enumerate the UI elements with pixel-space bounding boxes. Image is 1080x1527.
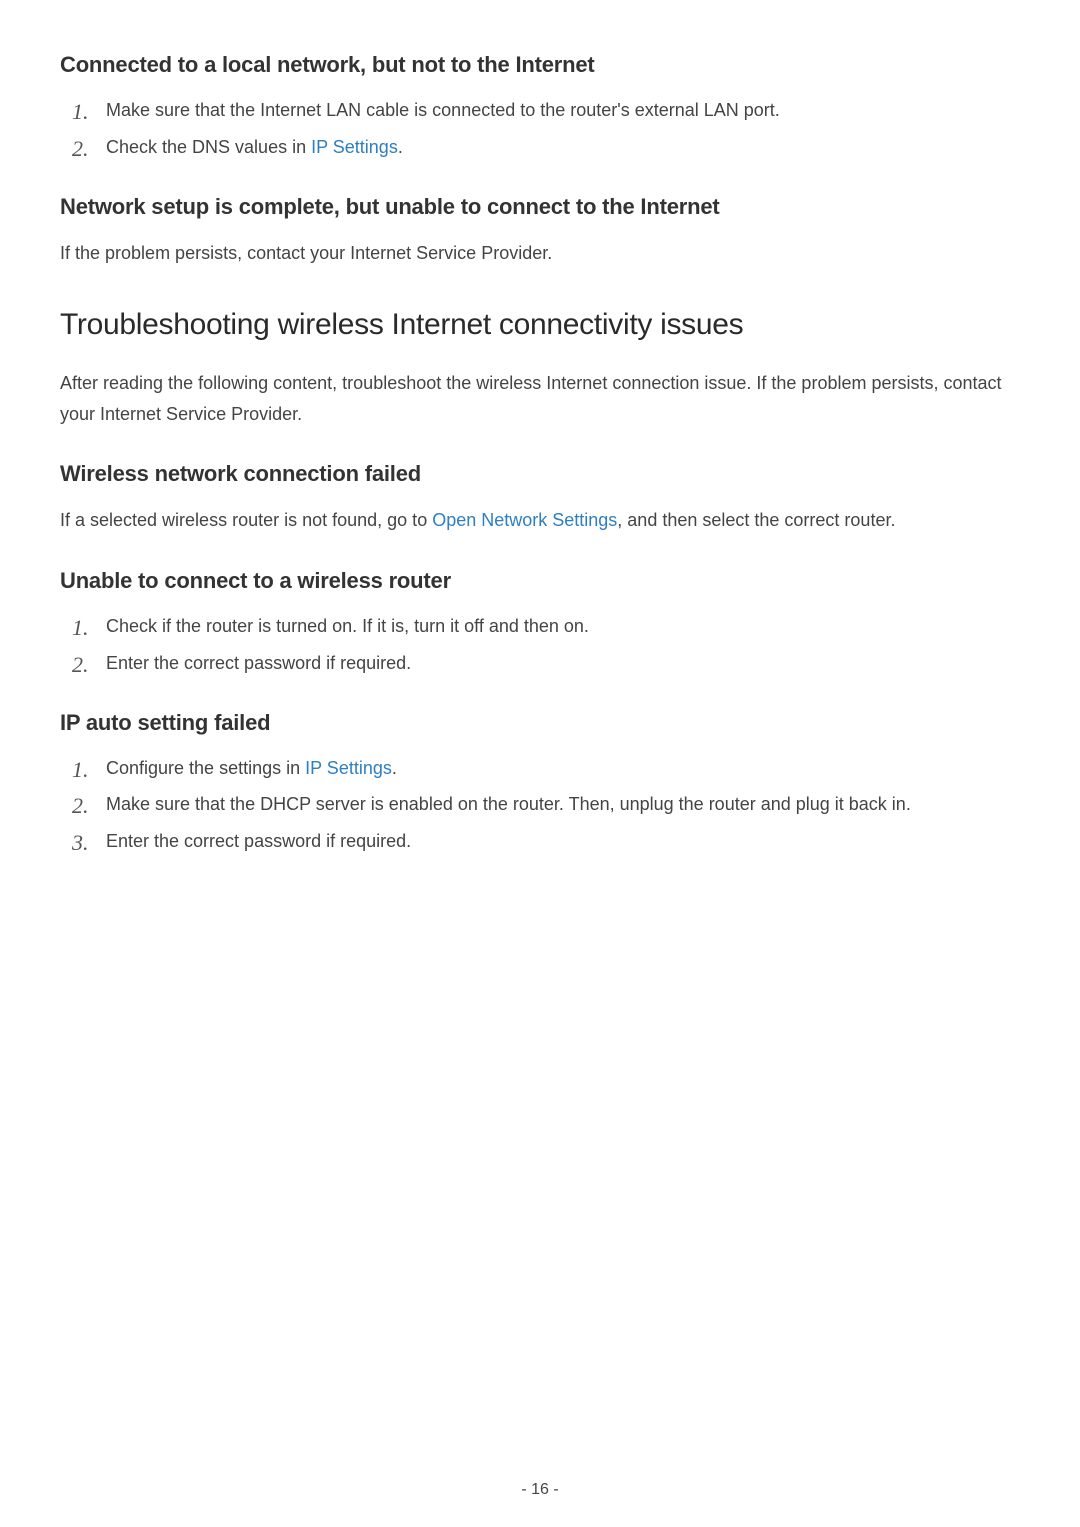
page-number: - 16 - (0, 1481, 1080, 1499)
list-text: Check if the router is turned on. If it … (106, 616, 589, 636)
list-number: 2. (72, 647, 89, 682)
list-text: Make sure that the Internet LAN cable is… (106, 100, 780, 120)
list-text: Make sure that the DHCP server is enable… (106, 794, 911, 814)
list-item: 1. Configure the settings in IP Settings… (72, 754, 1020, 783)
heading-network-setup-complete: Network setup is complete, but unable to… (60, 194, 1020, 220)
list-item: 3. Enter the correct password if require… (72, 827, 1020, 856)
body-network-setup-complete: If the problem persists, contact your In… (60, 238, 1020, 269)
list-number: 1. (72, 94, 89, 129)
list-text: Enter the correct password if required. (106, 653, 411, 673)
list-text-prefix: Configure the settings in (106, 758, 305, 778)
heading-troubleshooting-wireless: Troubleshooting wireless Internet connec… (60, 308, 1020, 342)
list-unable-connect-router: 1. Check if the router is turned on. If … (72, 612, 1020, 678)
heading-unable-connect-router: Unable to connect to a wireless router (60, 568, 1020, 594)
list-number: 1. (72, 752, 89, 787)
heading-ip-auto-setting-failed: IP auto setting failed (60, 710, 1020, 736)
heading-wireless-connection-failed: Wireless network connection failed (60, 461, 1020, 487)
heading-connected-local-network: Connected to a local network, but not to… (60, 52, 1020, 78)
list-ip-auto-setting-failed: 1. Configure the settings in IP Settings… (72, 754, 1020, 856)
list-item: 2. Check the DNS values in IP Settings. (72, 133, 1020, 162)
text-prefix: If a selected wireless router is not fou… (60, 510, 432, 530)
list-item: 1. Check if the router is turned on. If … (72, 612, 1020, 641)
list-text-suffix: . (392, 758, 397, 778)
link-ip-settings[interactable]: IP Settings (305, 758, 392, 778)
body-wireless-connection-failed: If a selected wireless router is not fou… (60, 505, 1020, 536)
text-suffix: , and then select the correct router. (617, 510, 895, 530)
list-number: 2. (72, 788, 89, 823)
list-number: 2. (72, 131, 89, 166)
link-ip-settings[interactable]: IP Settings (311, 137, 398, 157)
link-open-network-settings[interactable]: Open Network Settings (432, 510, 617, 530)
list-number: 1. (72, 610, 89, 645)
list-item: 2. Make sure that the DHCP server is ena… (72, 790, 1020, 819)
list-text-suffix: . (398, 137, 403, 157)
list-item: 2. Enter the correct password if require… (72, 649, 1020, 678)
list-connected-local-network: 1. Make sure that the Internet LAN cable… (72, 96, 1020, 162)
list-item: 1. Make sure that the Internet LAN cable… (72, 96, 1020, 125)
list-text-prefix: Check the DNS values in (106, 137, 311, 157)
list-text: Enter the correct password if required. (106, 831, 411, 851)
list-number: 3. (72, 825, 89, 860)
body-troubleshooting-wireless: After reading the following content, tro… (60, 368, 1020, 429)
